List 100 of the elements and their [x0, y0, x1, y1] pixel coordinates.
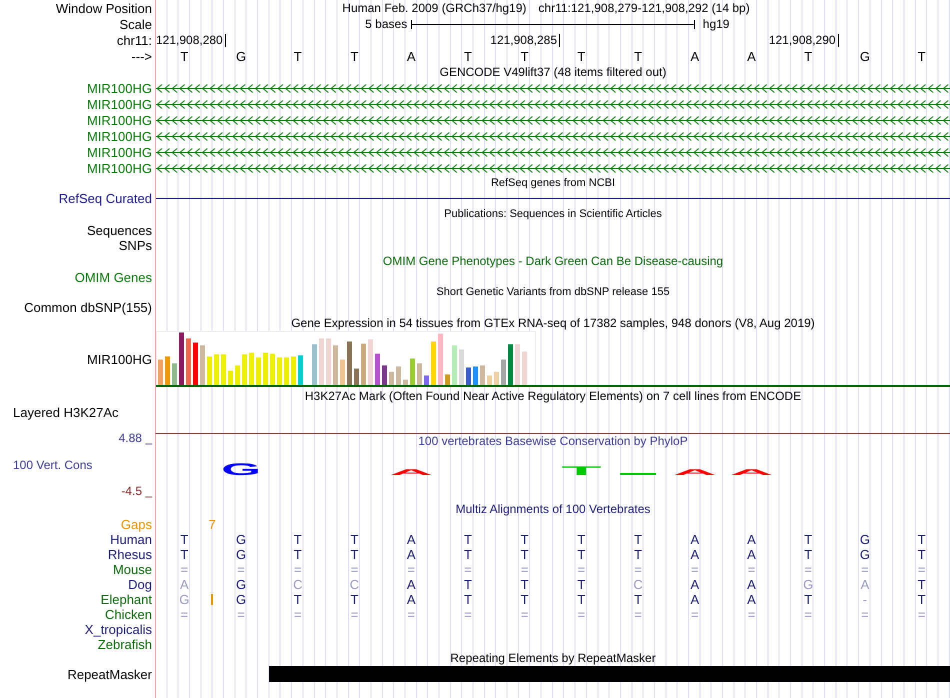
- base-letter: A: [690, 532, 700, 547]
- base-letter: T: [577, 592, 586, 607]
- track-label: chr11:: [116, 33, 152, 48]
- base-letter: T: [520, 547, 529, 562]
- track-title: GENCODE V49lift37 (48 items filtered out): [440, 64, 666, 80]
- base-letter: T: [294, 49, 302, 64]
- base-letter: =: [690, 562, 699, 577]
- base-letter: T: [464, 577, 472, 592]
- base-letter: =: [237, 607, 245, 622]
- base-letter: =: [690, 607, 699, 622]
- base-letter: T: [577, 547, 586, 562]
- base-letter: C: [633, 577, 643, 592]
- base-letter: G: [179, 592, 190, 607]
- track-label: Gaps: [120, 517, 152, 532]
- track-label: Scale: [119, 16, 152, 32]
- base-letter: A: [180, 577, 189, 592]
- base-letter: =: [634, 607, 642, 622]
- logo-letter: A: [389, 468, 433, 477]
- base-letter: =: [350, 562, 358, 577]
- base-letter: A: [406, 592, 416, 607]
- base-letter: =: [578, 562, 586, 577]
- base-letter: =: [294, 607, 302, 622]
- base-letter: T: [804, 547, 812, 562]
- base-letter: G: [860, 547, 870, 562]
- base-letter: T: [350, 49, 358, 64]
- track-label: --->: [131, 49, 152, 64]
- track-title: Repeating Elements by RepeatMasker: [450, 651, 656, 666]
- base-letter: T: [294, 532, 302, 547]
- track-label: MIR100HG: [86, 80, 152, 96]
- base-letter: T: [634, 547, 642, 562]
- base-letter: A: [747, 577, 756, 592]
- track-label: Dog: [128, 577, 152, 592]
- base-letter: =: [520, 562, 528, 577]
- base-letter: =: [634, 562, 642, 577]
- base-letter: T: [577, 577, 586, 592]
- base-letter: A: [747, 49, 756, 64]
- base-letter: =: [520, 607, 528, 622]
- track-title: Gene Expression in 54 tissues from GTEx RNA-seq of 17382 samples, 948 donors (V8, Aug 2019): [291, 316, 815, 330]
- track-label: RepeatMasker: [67, 666, 152, 682]
- base-letter: T: [294, 547, 302, 562]
- base-letter: =: [350, 607, 358, 622]
- base-letter: T: [577, 532, 586, 547]
- base-letter: =: [748, 607, 756, 622]
- base-letter: T: [520, 49, 529, 64]
- coordinate-label: 121,908,280: [156, 34, 226, 47]
- base-letter: T: [634, 592, 642, 607]
- base-letter: =: [180, 607, 188, 622]
- base-letter: =: [918, 607, 926, 622]
- base-letter: T: [804, 592, 812, 607]
- base-letter: T: [804, 532, 812, 547]
- base-letter: =: [861, 562, 869, 577]
- base-letter: A: [690, 577, 700, 592]
- base-letter: =: [748, 562, 756, 577]
- track-label: Common dbSNP(155): [24, 300, 152, 315]
- track-label: Zebrafish: [98, 637, 152, 652]
- track-title: 100 vertebrates Basewise Conservation by PhyloP: [418, 434, 688, 449]
- position-label: chr11:121,908,279-121,908,292 (14 bp): [538, 0, 750, 16]
- base-letter: =: [464, 562, 472, 577]
- logo-letter: G: [221, 460, 261, 479]
- track-title: H3K27Ac Mark (Often Found Near Active Regulatory Elements) on 7 cell lines from ENCODE: [304, 388, 802, 404]
- base-letter: A: [406, 49, 416, 64]
- track-label: Human: [110, 532, 152, 547]
- coordinate-label: 121,908,285: [490, 34, 560, 47]
- base-letter: G: [860, 532, 870, 547]
- base-letter: G: [236, 577, 246, 592]
- base-letter: G: [236, 532, 246, 547]
- track-label: Mouse: [112, 562, 152, 577]
- track-label: SNPs: [118, 238, 152, 253]
- base-letter: A: [860, 577, 870, 592]
- track-label: MIR100HG: [86, 160, 152, 176]
- base-letter: -: [862, 592, 868, 607]
- base-letter: =: [804, 562, 812, 577]
- track-label: MIR100HG: [86, 96, 152, 112]
- base-letter: A: [747, 592, 756, 607]
- base-letter: A: [690, 49, 700, 64]
- base-letter: T: [634, 532, 642, 547]
- base-letter: T: [464, 547, 472, 562]
- logo-letter: A: [673, 468, 717, 477]
- base-letter: =: [861, 607, 869, 622]
- track-label: Window Position: [56, 0, 152, 16]
- assembly-label: Human Feb. 2009 (GRCh37/hg19): [342, 0, 526, 16]
- base-letter: T: [918, 49, 926, 64]
- base-letter: T: [520, 592, 529, 607]
- track-label: RefSeq Curated: [58, 190, 152, 206]
- base-letter: =: [237, 562, 245, 577]
- base-letter: T: [520, 577, 529, 592]
- base-letter: T: [350, 532, 358, 547]
- base-letter: T: [918, 532, 926, 547]
- track-label: MIR100HG: [86, 352, 152, 366]
- base-letter: G: [236, 547, 246, 562]
- track-label: Rhesus: [108, 547, 152, 562]
- track-title: Publications: Sequences in Scientific Articles: [444, 206, 662, 222]
- track-label: Layered H3K27Ac: [13, 405, 119, 420]
- assembly-label: hg19: [702, 17, 730, 31]
- scale-text: 5 bases: [365, 17, 408, 31]
- base-letter: T: [577, 49, 586, 64]
- base-letter: =: [407, 562, 415, 577]
- track-label: -4.5 _: [121, 484, 152, 499]
- base-letter: G: [236, 592, 246, 607]
- coordinate-label: 121,908,290: [768, 34, 839, 47]
